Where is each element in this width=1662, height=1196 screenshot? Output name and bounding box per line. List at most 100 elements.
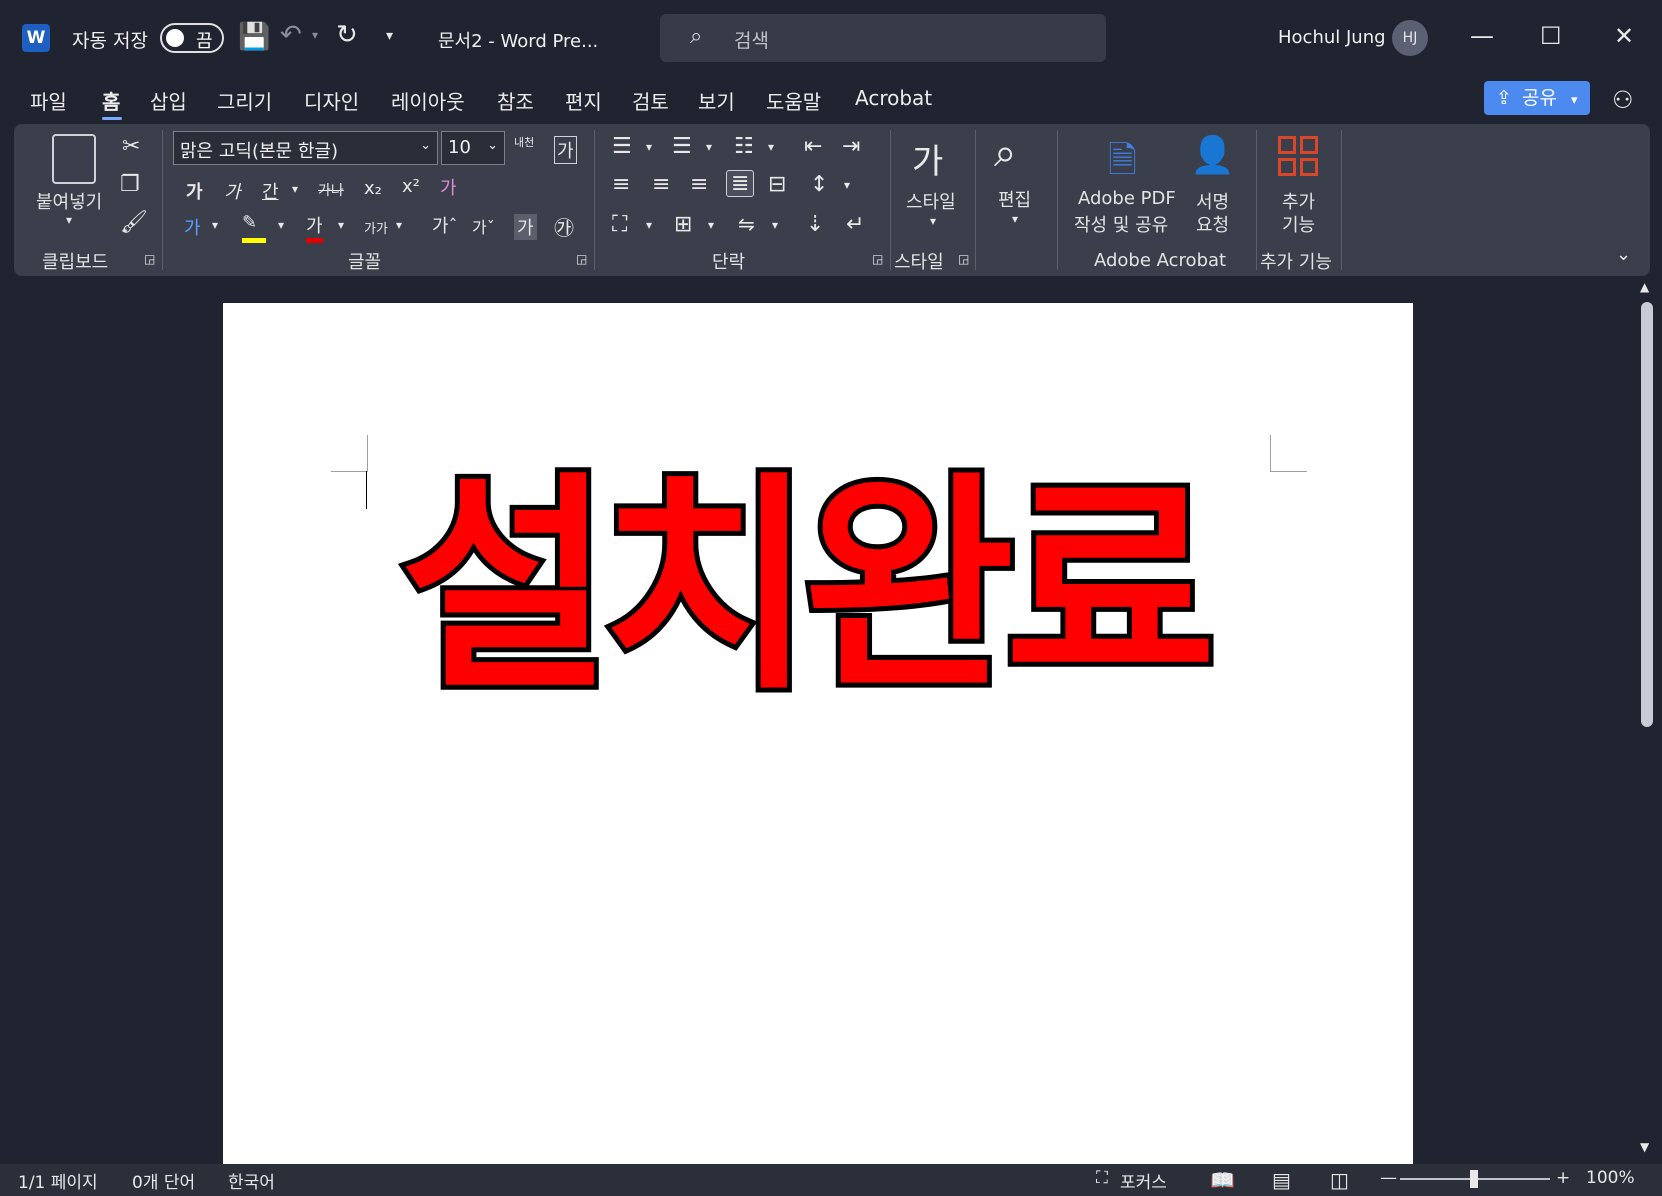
chevron-down-icon[interactable]: ▾ [396,218,402,232]
tab-home[interactable]: 홈 [102,86,120,115]
search-icon[interactable]: ⌕ [994,130,1016,176]
tab-view[interactable]: 보기 [698,86,735,115]
headline-text[interactable]: 설치완료 [395,448,1280,728]
close-button[interactable]: ✕ [1614,22,1634,50]
zoom-in-button[interactable]: + [1556,1168,1570,1188]
italic-button[interactable]: 가 [224,178,241,204]
justify-icon[interactable]: ≣ [726,170,755,197]
strikethrough-button[interactable]: 가나 [318,180,344,200]
grow-font-icon[interactable]: 가ˆ [432,212,458,238]
decrease-indent-icon[interactable]: ⇤ [804,134,822,159]
page-count[interactable]: 1/1 페이지 [18,1168,98,1193]
web-layout-icon[interactable]: ◫ [1330,1168,1349,1192]
tab-acrobat[interactable]: Acrobat [855,86,932,110]
comments-icon[interactable]: ⚇ [1612,86,1634,114]
scroll-thumb[interactable] [1641,302,1653,727]
redo-icon[interactable]: ↻ [336,20,358,50]
chevron-down-icon[interactable]: ▾ [292,182,298,196]
character-border-icon[interactable]: 가 [554,136,577,164]
zoom-slider-thumb[interactable] [1470,1170,1478,1188]
tab-file[interactable]: 파일 [30,86,67,115]
enclose-characters-icon[interactable]: ㉮ [554,212,574,241]
chevron-down-icon[interactable]: ▾ [706,140,712,154]
font-color-icon[interactable]: 가 [306,212,323,243]
tab-design[interactable]: 디자인 [304,86,359,115]
undo-icon[interactable]: ↶ [280,20,302,50]
multilevel-list-icon[interactable]: ☷ [734,134,754,159]
change-case-icon[interactable]: 가가 [364,218,388,237]
text-effects-icon[interactable]: 가 [184,214,201,240]
highlight-color-icon[interactable]: ✎ [242,212,266,243]
tab-help[interactable]: 도움말 [766,86,821,115]
chevron-down-icon[interactable]: ▾ [646,140,652,154]
editing-button[interactable]: 편집 [998,186,1031,212]
add-ins-label-2[interactable]: 기능 [1282,211,1315,237]
word-count[interactable]: 0개 단어 [132,1168,195,1193]
dialog-launcher-icon[interactable]: ◲ [144,252,155,266]
chevron-down-icon[interactable]: ▾ [66,213,72,227]
paste-icon[interactable] [52,134,96,184]
user-name[interactable]: Hochul Jung [1278,27,1386,48]
chevron-down-icon[interactable]: ▾ [844,178,850,192]
borders-icon[interactable]: ⊞ [674,212,692,237]
subscript-button[interactable]: x₂ [364,178,382,199]
tab-references[interactable]: 참조 [497,86,534,115]
maximize-button[interactable]: ☐ [1540,22,1562,50]
share-button[interactable]: ⇪ 공유 ▾ [1484,81,1590,115]
clear-formatting-icon[interactable]: 가 [440,174,457,200]
focus-icon[interactable]: ⛶ [1096,1168,1108,1188]
zoom-level[interactable]: 100% [1586,1168,1635,1188]
sort-icon[interactable]: ⇣ [806,212,824,237]
minimize-button[interactable]: — [1470,22,1494,50]
styles-icon[interactable]: 가 [912,134,943,183]
copy-icon[interactable]: ❐ [120,172,140,197]
chevron-down-icon[interactable]: ▾ [338,218,344,232]
dialog-launcher-icon[interactable]: ◲ [872,252,883,266]
font-name-combo[interactable]: 맑은 고딕(본문 한글) ⌄ [173,131,438,165]
distributed-icon[interactable]: ⊟ [768,172,786,197]
chevron-down-icon[interactable]: ▾ [646,218,652,232]
scroll-down-icon[interactable]: ▼ [1640,1140,1649,1154]
scroll-up-icon[interactable]: ▲ [1640,280,1649,294]
undo-dropdown-icon[interactable]: ▾ [312,28,318,42]
chevron-down-icon[interactable]: ▾ [772,218,778,232]
create-pdf-label-1[interactable]: Adobe PDF [1078,188,1176,209]
asian-layout-icon[interactable]: ⇋ [738,212,755,236]
request-signature-icon[interactable]: 👤 [1190,134,1235,176]
request-signature-label-2[interactable]: 요청 [1196,211,1229,237]
focus-button[interactable]: 포커스 [1120,1168,1167,1193]
chevron-down-icon[interactable]: ▾ [768,140,774,154]
tab-draw[interactable]: 그리기 [217,86,272,115]
bullets-icon[interactable]: ☰ [612,134,632,159]
show-marks-icon[interactable]: ↵ [846,212,864,237]
chevron-down-icon[interactable]: ▾ [930,214,936,228]
tab-layout[interactable]: 레이아웃 [391,86,465,115]
chevron-down-icon[interactable]: ▾ [212,218,218,232]
align-right-icon[interactable]: ≡ [690,172,708,197]
align-center-icon[interactable]: ≡ [652,172,670,197]
underline-button[interactable]: 간 [262,178,279,204]
tab-insert[interactable]: 삽입 [150,86,187,115]
add-ins-icon[interactable] [1278,136,1318,176]
font-size-combo[interactable]: 10 ⌄ [441,131,505,165]
styles-button[interactable]: 스타일 [906,188,956,214]
collapse-ribbon-icon[interactable]: ⌄ [1616,244,1631,265]
create-pdf-label-2[interactable]: 작성 및 공유 [1074,211,1168,237]
read-mode-icon[interactable]: 📖 [1210,1168,1235,1192]
phonetic-guide-icon[interactable]: 내천 [514,134,534,150]
chevron-down-icon[interactable]: ▾ [1012,212,1018,226]
customize-qat-icon[interactable]: ▾ [386,28,393,44]
save-icon[interactable]: 💾 [238,22,270,52]
cut-icon[interactable]: ✂ [122,134,140,159]
chevron-down-icon[interactable]: ▾ [278,218,284,232]
bold-button[interactable]: 가 [186,178,203,204]
chevron-down-icon[interactable]: ▾ [708,218,714,232]
shading-icon[interactable]: ⛶ [612,212,627,237]
language[interactable]: 한국어 [228,1168,275,1193]
shrink-font-icon[interactable]: 가ˇ [472,214,495,238]
create-pdf-icon[interactable]: 🗎 [1108,134,1137,195]
document-page[interactable] [223,303,1413,1164]
character-shading-icon[interactable]: 가 [514,214,537,240]
paste-button[interactable]: 붙여넣기 [36,188,102,214]
superscript-button[interactable]: x² [402,176,420,197]
